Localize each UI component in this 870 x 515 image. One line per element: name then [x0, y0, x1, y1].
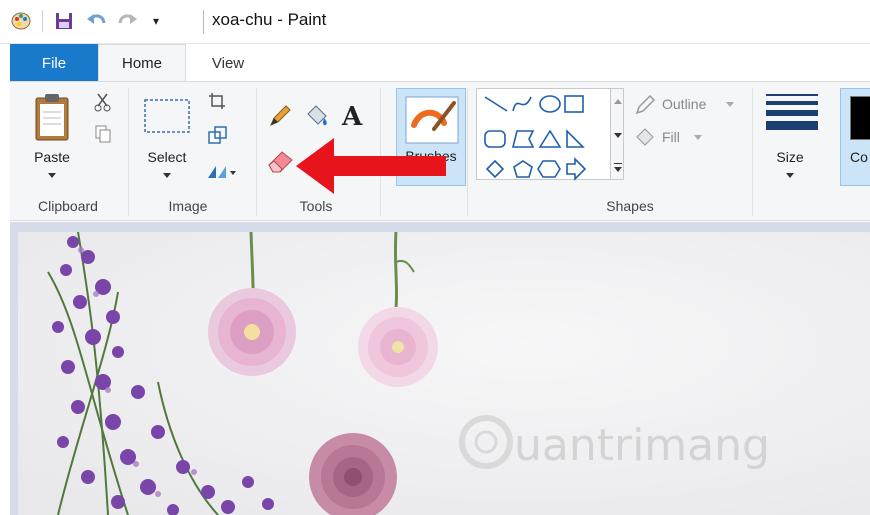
shapes-scrollbar[interactable]: [610, 88, 624, 180]
shapes-gallery-icons: [484, 95, 587, 181]
crop-icon[interactable]: [208, 92, 226, 110]
qat-divider: [42, 10, 43, 32]
text-tool-icon[interactable]: A: [342, 102, 362, 132]
select-button[interactable]: Select: [139, 149, 195, 165]
color1-swatch: [850, 96, 870, 140]
tab-file[interactable]: File: [10, 44, 98, 82]
paste-icon[interactable]: [32, 92, 72, 142]
customize-qat-button[interactable]: ▾: [149, 10, 163, 32]
outline-button[interactable]: Outline: [662, 96, 706, 112]
tools-group-label: Tools: [299, 198, 333, 214]
size-dropdown-arrow[interactable]: [786, 173, 794, 178]
group-divider: [128, 88, 129, 216]
select-dropdown-arrow[interactable]: [163, 173, 171, 178]
flower-photo: uantrimang: [18, 232, 870, 515]
select-icon[interactable]: [143, 98, 191, 134]
scroll-up-icon[interactable]: [614, 99, 622, 104]
tab-view[interactable]: View: [186, 44, 270, 82]
pencil-icon[interactable]: [268, 104, 292, 128]
fill-dropdown-arrow[interactable]: [694, 135, 702, 140]
scroll-down-icon[interactable]: [614, 133, 622, 138]
quick-access-toolbar: ▾: [10, 9, 163, 33]
watermark-text: uantrimang: [514, 420, 770, 471]
title-divider: [203, 10, 204, 34]
clipboard-group-label: Clipboard: [38, 198, 98, 214]
title-bar: ▾ xoa-chu - Paint: [0, 0, 870, 44]
expand-gallery-icon[interactable]: [614, 163, 622, 164]
outline-dropdown-arrow[interactable]: [726, 102, 734, 107]
group-divider: [752, 88, 753, 216]
save-icon[interactable]: [53, 10, 75, 32]
shapes-gallery[interactable]: [476, 88, 616, 181]
fill-bucket-icon[interactable]: [304, 102, 330, 128]
tab-home[interactable]: Home: [98, 44, 186, 82]
resize-icon[interactable]: [208, 126, 228, 144]
paste-button[interactable]: Paste: [24, 149, 80, 165]
paste-dropdown-arrow[interactable]: [48, 173, 56, 178]
outline-icon[interactable]: [634, 94, 656, 116]
group-divider: [256, 88, 257, 216]
shapes-group-label: Shapes: [606, 198, 654, 214]
image-group-label: Image: [168, 198, 208, 214]
cut-icon[interactable]: [94, 92, 112, 112]
expand-gallery-icon-arrow: [614, 167, 622, 172]
size-icon[interactable]: [766, 94, 818, 130]
ribbon-tabs: File Home View: [0, 44, 870, 82]
paint-app-icon[interactable]: [10, 10, 32, 32]
redo-icon[interactable]: [117, 10, 139, 32]
undo-icon[interactable]: [85, 10, 107, 32]
group-divider: [467, 88, 468, 216]
fill-button[interactable]: Fill: [662, 129, 680, 145]
window-title: xoa-chu - Paint: [212, 10, 327, 29]
annotation-arrow: [296, 138, 446, 194]
size-button[interactable]: Size: [762, 149, 818, 165]
copy-icon[interactable]: [94, 124, 112, 144]
fill-icon[interactable]: [634, 126, 656, 148]
drawing-canvas[interactable]: uantrimang: [18, 232, 870, 515]
color1-label: Co: [850, 149, 868, 165]
rotate-icon[interactable]: [206, 162, 238, 182]
